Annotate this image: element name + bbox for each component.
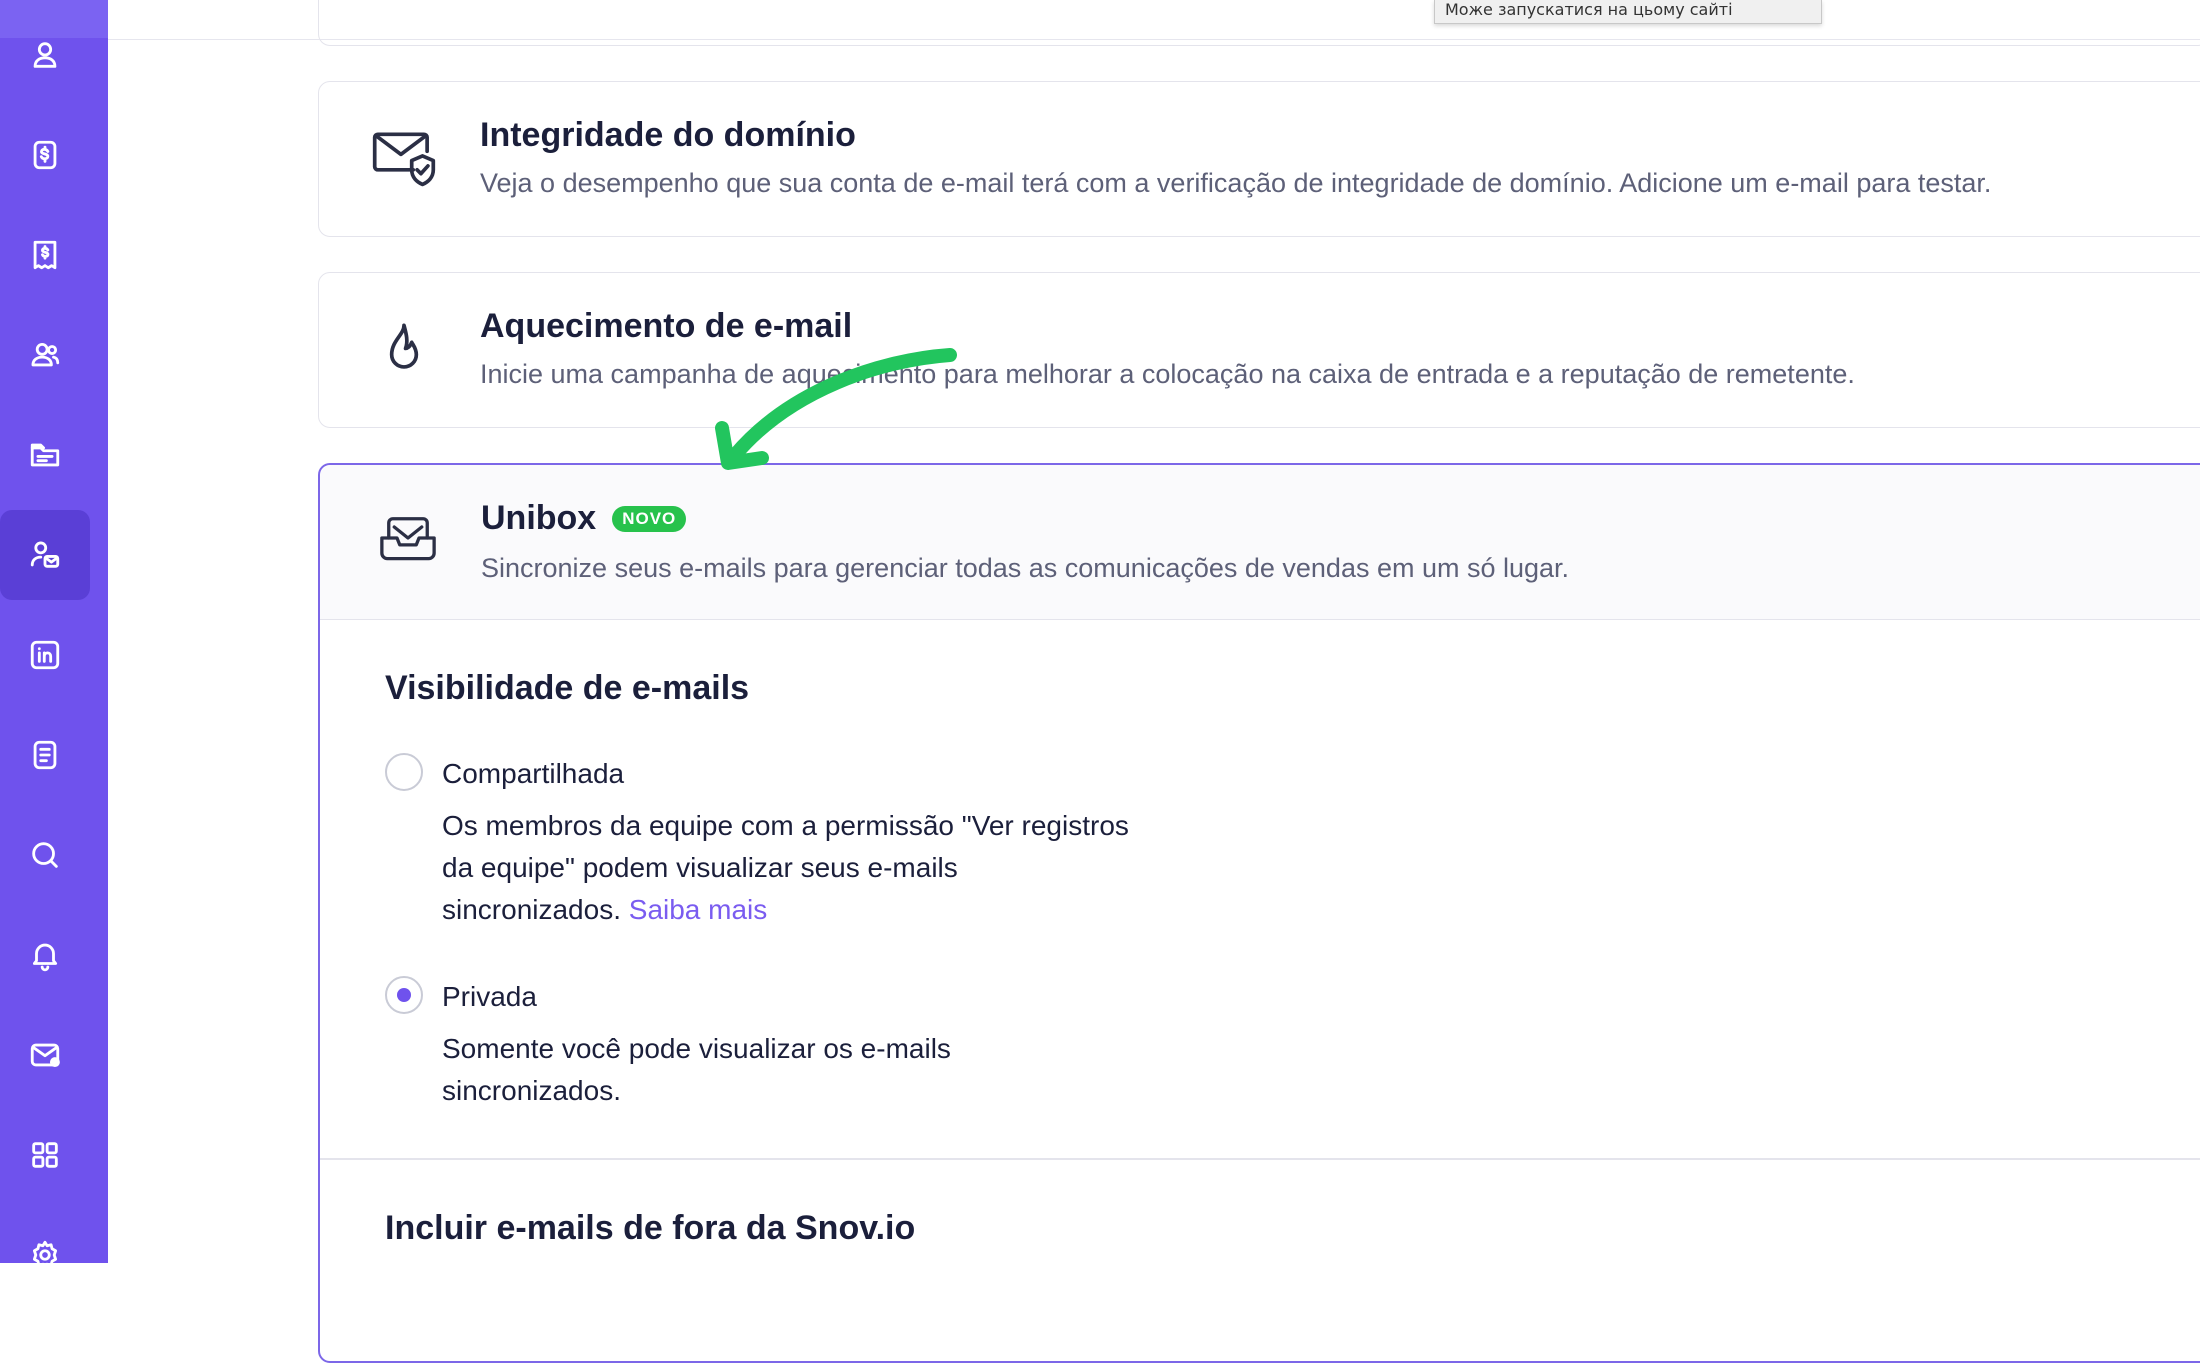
previous-card-edge: [318, 0, 2200, 46]
private-description: Somente você pode visualizar os e-mails …: [442, 1028, 1002, 1112]
nav-item-integrations[interactable]: [0, 1110, 90, 1200]
learn-more-link[interactable]: Saiba mais: [629, 894, 768, 925]
email-warmup-title: Aquecimento de e-mail: [480, 307, 852, 346]
section-divider: [320, 1158, 2200, 1160]
private-radio[interactable]: [385, 976, 423, 1014]
dollar-icon: [28, 138, 62, 172]
flame-icon: [367, 313, 441, 387]
nav-item-campaigns[interactable]: [0, 1010, 90, 1100]
mail-shield-icon: [367, 122, 441, 196]
apps-icon: [28, 1138, 62, 1172]
unibox-description: Sincronize seus e-mails para gerenciar t…: [481, 553, 1569, 584]
nav-item-linkedin[interactable]: [0, 610, 90, 700]
nav-item-billing[interactable]: [0, 110, 90, 200]
nav-item-documents[interactable]: [0, 710, 90, 800]
user-mail-icon: [28, 538, 62, 572]
browser-tooltip: Може запускатися на цьому сайті: [1434, 0, 1822, 24]
unibox-card: Unibox NOVO Sincronize seus e-mails para …: [318, 463, 2200, 1363]
search-icon: [28, 838, 62, 872]
new-badge: NOVO: [612, 506, 686, 532]
linkedin-icon: [28, 638, 62, 672]
shared-label[interactable]: Compartilhada: [442, 758, 624, 790]
nav-item-search[interactable]: [0, 810, 90, 900]
inbox-icon: [375, 505, 441, 571]
shared-description-text: Os membros da equipe com a permissão "Ve…: [442, 810, 1129, 925]
shared-radio[interactable]: [385, 753, 423, 791]
unibox-title: Unibox: [481, 499, 596, 537]
unibox-header[interactable]: Unibox NOVO Sincronize seus e-mails para …: [320, 465, 2200, 620]
bell-icon: [28, 938, 62, 972]
document-icon: [28, 738, 62, 772]
external-emails-title: Incluir e-mails de fora da Snov.io: [385, 1209, 915, 1248]
nav-item-notifications[interactable]: [0, 910, 90, 1000]
nav-item-prospects[interactable]: [0, 310, 90, 400]
email-warmup-description: Inicie uma campanha de aquecimento para …: [480, 359, 1855, 390]
domain-health-description: Veja o desempenho que sua conta de e-mai…: [480, 168, 1991, 199]
private-label[interactable]: Privada: [442, 981, 537, 1013]
nav-item-lists[interactable]: [0, 410, 90, 500]
folder-icon: [28, 438, 62, 472]
nav-item-unibox[interactable]: [0, 510, 90, 600]
users-icon: [28, 338, 62, 372]
sidebar: [0, 0, 108, 1263]
unibox-title-row: Unibox NOVO: [481, 499, 686, 538]
nav-item-settings[interactable]: [0, 1210, 90, 1300]
mail-icon: [28, 1038, 62, 1072]
nav-item-deals[interactable]: [0, 210, 90, 300]
nav-item-profile[interactable]: [0, 10, 90, 100]
domain-health-title: Integridade do domínio: [480, 116, 856, 155]
email-warmup-card[interactable]: Aquecimento de e-mail Inicie uma campanh…: [318, 272, 2200, 428]
domain-health-card[interactable]: Integridade do domínio Veja o desempenho…: [318, 81, 2200, 237]
gear-icon: [28, 1238, 62, 1272]
receipt-icon: [28, 238, 62, 272]
shared-description: Os membros da equipe com a permissão "Ve…: [442, 805, 1142, 931]
visibility-section-title: Visibilidade de e-mails: [385, 669, 749, 708]
user-icon: [28, 38, 62, 72]
